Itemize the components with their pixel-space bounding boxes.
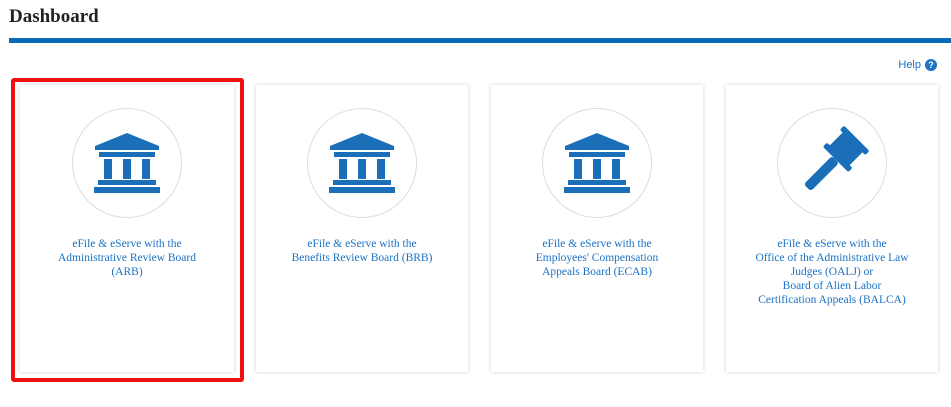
card-label[interactable]: eFile & eServe with the Administrative R…: [30, 237, 224, 279]
help-label: Help: [898, 59, 921, 71]
gavel-icon: [804, 126, 869, 191]
card-ecab[interactable]: eFile & eServe with the Employees' Compe…: [491, 85, 703, 372]
card-label[interactable]: eFile & eServe with the Benefits Review …: [266, 237, 458, 265]
card-label[interactable]: eFile & eServe with the Office of the Ad…: [736, 237, 928, 307]
card-brb[interactable]: eFile & eServe with the Benefits Review …: [256, 85, 468, 372]
card-oalj-balca[interactable]: eFile & eServe with the Office of the Ad…: [726, 85, 938, 372]
icon-circle: [777, 108, 887, 218]
help-link[interactable]: Help ?: [898, 59, 937, 71]
card-arb[interactable]: eFile & eServe with the Administrative R…: [20, 85, 234, 372]
icon-circle: [72, 108, 182, 218]
card-label[interactable]: eFile & eServe with the Employees' Compe…: [501, 237, 693, 279]
building-icon: [564, 133, 630, 193]
icon-circle: [307, 108, 417, 218]
page-title: Dashboard: [9, 6, 99, 27]
building-icon: [94, 133, 160, 193]
icon-circle: [542, 108, 652, 218]
building-icon: [329, 133, 395, 193]
title-divider: [9, 38, 951, 43]
question-circle-icon: ?: [925, 59, 937, 71]
